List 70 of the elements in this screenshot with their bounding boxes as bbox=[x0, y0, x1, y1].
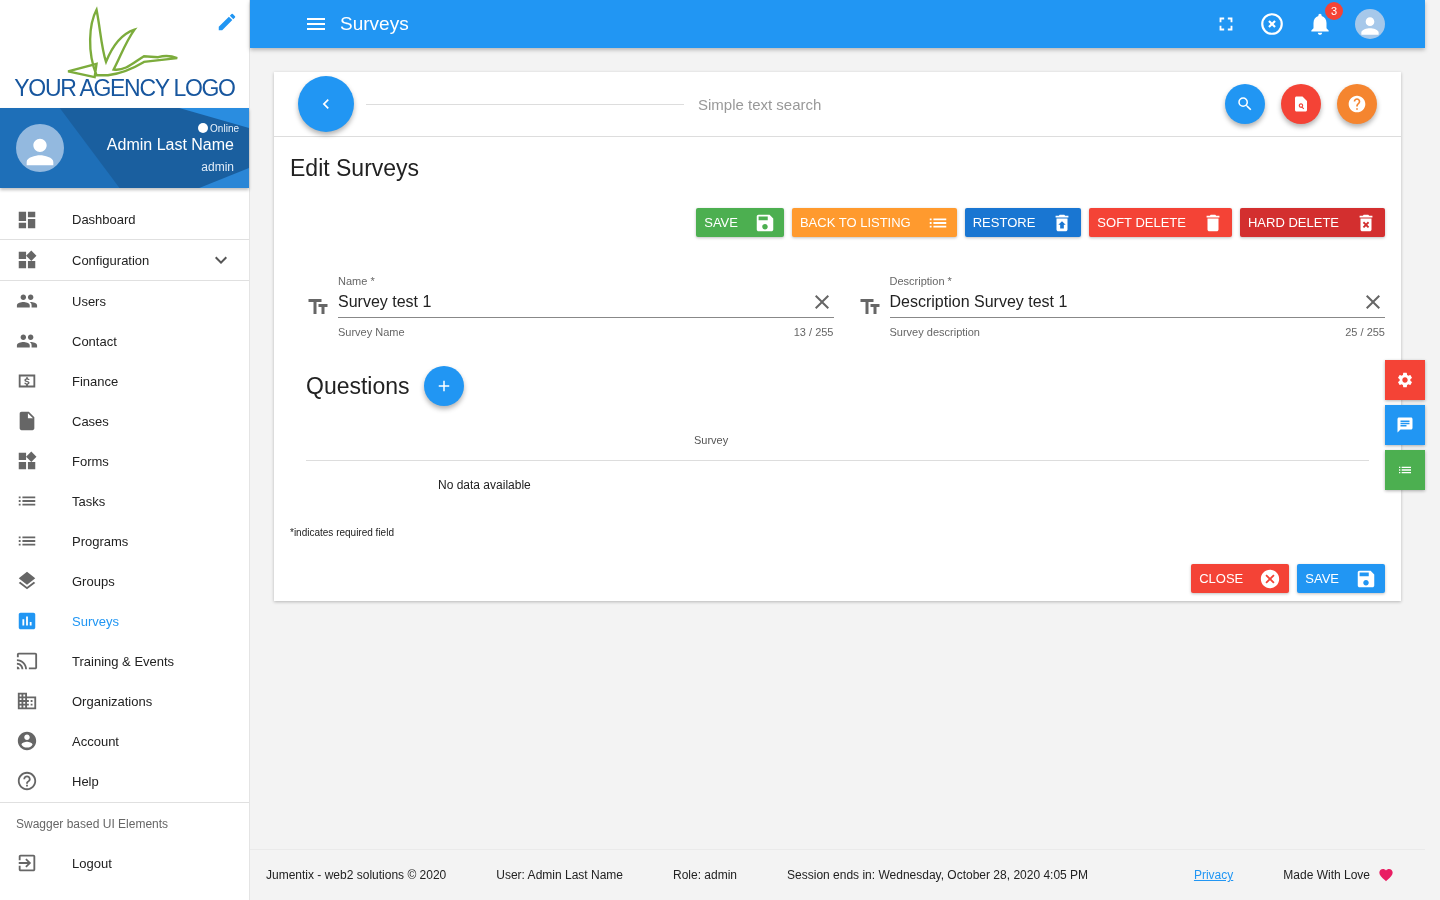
help-icon bbox=[16, 770, 38, 792]
column-header[interactable]: Survey bbox=[694, 434, 729, 446]
sidebar-item[interactable]: Finance bbox=[0, 361, 249, 401]
pencil-icon[interactable] bbox=[216, 11, 238, 33]
settings-tab[interactable] bbox=[1385, 360, 1425, 400]
logout-item[interactable]: Logout bbox=[0, 843, 249, 883]
back-button[interactable] bbox=[298, 76, 354, 132]
form-button[interactable]: CLOSE bbox=[1191, 564, 1290, 593]
character-counter: 25 / 255 bbox=[1345, 326, 1385, 338]
sidebar-item[interactable]: Contact bbox=[0, 321, 249, 361]
sidebar-item[interactable]: Organizations bbox=[0, 681, 249, 721]
footer-text: Jumentix - web2 solutions © 2020 bbox=[266, 868, 447, 882]
form-title: Edit Surveys bbox=[290, 155, 421, 182]
required-note: *indicates required field bbox=[290, 527, 395, 538]
building-icon bbox=[16, 690, 38, 712]
widgets-icon bbox=[16, 450, 38, 472]
field-label: Name * bbox=[338, 275, 376, 287]
footer-text: Role: admin bbox=[673, 868, 738, 882]
document-search-button[interactable] bbox=[1281, 84, 1321, 124]
bar-chart-icon bbox=[16, 610, 38, 632]
sidebar-item[interactable]: Forms bbox=[0, 441, 249, 481]
heart-icon bbox=[1378, 867, 1394, 883]
sidebar-item[interactable]: Groups bbox=[0, 561, 249, 601]
close-circle-icon[interactable] bbox=[1259, 11, 1285, 37]
widgets-icon bbox=[16, 249, 38, 271]
section-title: Questions bbox=[306, 372, 410, 400]
sidebar-item[interactable]: Dashboard bbox=[0, 200, 249, 240]
sidebar-item[interactable]: Account bbox=[0, 721, 249, 761]
help-icon bbox=[1347, 94, 1367, 114]
user-role: admin bbox=[201, 159, 234, 174]
character-counter: 13 / 255 bbox=[793, 326, 834, 338]
sidebar-item[interactable]: Help bbox=[0, 761, 249, 801]
layers-icon bbox=[16, 570, 38, 592]
status-dot bbox=[198, 123, 209, 133]
sidebar-item[interactable]: Configuration bbox=[0, 240, 249, 281]
credit-text: Made With Love bbox=[1283, 868, 1370, 882]
search-icon bbox=[1236, 95, 1254, 113]
field-hint: Survey Name bbox=[338, 326, 405, 338]
footer-text: Session ends in: Wednesday, October 28, 2020 4:05 PM bbox=[787, 868, 1089, 882]
help-button[interactable] bbox=[1337, 84, 1377, 124]
avatar[interactable] bbox=[1355, 9, 1385, 39]
sidebar-item[interactable]: Tasks bbox=[0, 481, 249, 521]
add-button[interactable] bbox=[423, 366, 464, 406]
cast-icon bbox=[16, 650, 38, 672]
notification-badge: 3 bbox=[1325, 2, 1343, 20]
sidebar-item[interactable]: Cases bbox=[0, 401, 249, 441]
document-search-icon bbox=[1292, 95, 1310, 113]
page-title: Surveys bbox=[340, 13, 409, 35]
list-tab[interactable] bbox=[1385, 450, 1425, 490]
field-label: Description * bbox=[889, 275, 953, 287]
search-button[interactable] bbox=[1225, 84, 1265, 124]
action-button[interactable]: SOFT DELETE bbox=[1089, 208, 1232, 237]
account-icon bbox=[16, 730, 38, 752]
user-name: Admin Last Name bbox=[106, 135, 234, 154]
gear-icon bbox=[1396, 371, 1414, 389]
sidebar-item[interactable]: Users bbox=[0, 281, 249, 321]
online-status: Online bbox=[210, 122, 239, 134]
empty-message: No data available bbox=[438, 478, 531, 492]
field-hint: Survey description bbox=[889, 326, 980, 338]
logout-icon bbox=[16, 852, 38, 874]
logo-text: YOUR AGENCY LOGO bbox=[14, 75, 235, 102]
footer-text: User: Admin Last Name bbox=[496, 868, 623, 882]
action-button[interactable]: HARD DELETE bbox=[1239, 208, 1385, 237]
cancel-icon bbox=[1259, 567, 1282, 590]
chat-icon bbox=[1396, 416, 1414, 434]
chat-tab[interactable] bbox=[1385, 405, 1425, 445]
sidebar-item[interactable]: Training & Events bbox=[0, 641, 249, 681]
section-heading: Swagger based UI Elements bbox=[0, 802, 249, 843]
action-button[interactable]: RESTORE bbox=[964, 208, 1082, 237]
sidebar-item[interactable]: Programs bbox=[0, 521, 249, 561]
